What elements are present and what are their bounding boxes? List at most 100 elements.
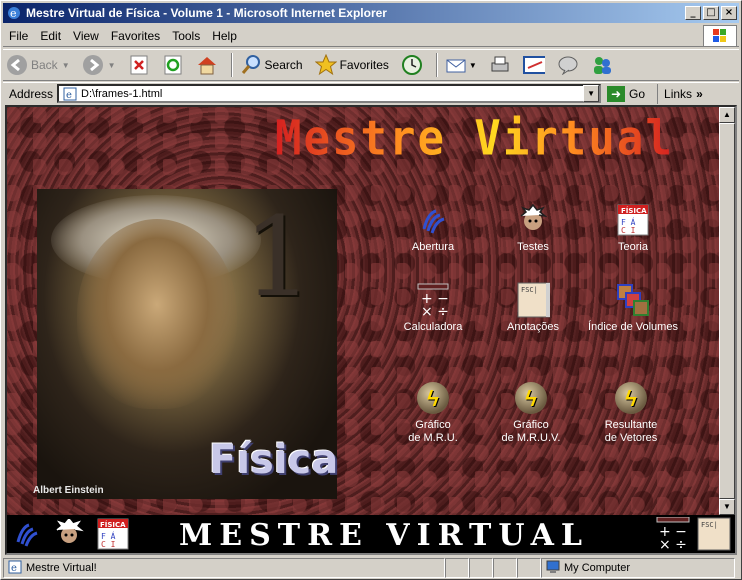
menu-item-indice-volumes[interactable]: Índice de Volumes	[583, 283, 683, 334]
menu-item-grafico-mruv[interactable]: ϟ Gráfico de M.R.U.V.	[481, 381, 581, 445]
page-icon: e	[63, 87, 77, 101]
vertical-scrollbar[interactable]: ▲ ▼	[719, 107, 735, 515]
favorites-label: Favorites	[339, 58, 389, 72]
address-dropdown-button[interactable]: ▼	[583, 85, 600, 102]
status-panel	[445, 558, 469, 578]
address-value: D:\frames-1.html	[81, 87, 163, 100]
svg-text:× ÷: × ÷	[421, 304, 449, 317]
standard-toolbar: Back ▼ ▼ Search Favorites ▼	[3, 49, 739, 81]
minimize-button[interactable]: _	[685, 6, 701, 20]
menu-item-label: Testes	[517, 241, 549, 253]
go-button[interactable]: ➜ Go	[607, 85, 646, 102]
edit-button[interactable]	[520, 51, 548, 79]
lightning-icon: ϟ	[614, 381, 648, 415]
photo-caption: Albert Einstein	[33, 485, 104, 496]
notes-icon: FSC|	[516, 282, 550, 318]
cover-face	[77, 219, 237, 409]
menu-file[interactable]: File	[3, 29, 34, 43]
home-button[interactable]	[193, 51, 221, 79]
toolbar-separator	[435, 53, 438, 77]
svg-text:e: e	[66, 90, 72, 101]
menu-item-calculadora[interactable]: + − × ÷ Calculadora	[383, 283, 483, 334]
menu-item-label: Teoria	[618, 241, 648, 253]
chevron-down-icon[interactable]: ▼	[62, 61, 70, 70]
menu-item-label-line1: Gráfico	[513, 419, 549, 431]
address-input[interactable]: e D:\frames-1.html ▼	[57, 84, 602, 103]
scroll-up-button[interactable]: ▲	[719, 107, 735, 123]
maximize-button[interactable]: □	[703, 6, 719, 20]
chevron-down-icon[interactable]: ▼	[108, 61, 116, 70]
page-viewport: Mestre Virtual 1 Física Albert Einstein …	[5, 105, 737, 555]
menu-item-label: Calculadora	[403, 321, 463, 333]
cover-title: Física	[209, 437, 339, 483]
window-title: Mestre Virtual de Física - Volume 1 - Mi…	[26, 6, 387, 20]
lightning-icon: ϟ	[514, 381, 548, 415]
menu-item-label-line2: de M.R.U.V.	[501, 432, 561, 444]
calculator-icon[interactable]: + − × ÷	[655, 517, 691, 551]
menu-item-grafico-mru[interactable]: ϟ Gráfico de M.R.U.	[383, 381, 483, 445]
lightning-icon: ϟ	[416, 381, 450, 415]
history-icon	[401, 54, 423, 76]
volumes-index-icon	[616, 283, 650, 317]
fisica-book-icon[interactable]: FÍSICA F ÁC I	[97, 518, 129, 550]
back-button[interactable]: Back ▼	[3, 51, 73, 79]
stop-button[interactable]	[125, 51, 153, 79]
home-icon	[196, 54, 218, 76]
favorites-button[interactable]: Favorites	[312, 51, 392, 79]
computer-icon	[546, 560, 560, 577]
forward-button[interactable]: ▼	[79, 51, 119, 79]
page-content: Mestre Virtual 1 Física Albert Einstein …	[7, 107, 721, 515]
star-icon	[314, 54, 337, 76]
stop-icon	[128, 54, 150, 76]
abertura-icon	[416, 203, 450, 237]
menu-tools[interactable]: Tools	[166, 29, 206, 43]
close-button[interactable]: ×	[721, 6, 737, 20]
einstein-cover-image: 1 Física	[37, 189, 339, 499]
mestre-virtual-logo: Mestre Virtual	[275, 110, 674, 167]
menu-view[interactable]: View	[67, 29, 105, 43]
history-button[interactable]	[398, 51, 426, 79]
bottom-frame: FÍSICA F ÁC I MESTRE VIRTUAL + − × ÷ FSC|	[7, 515, 735, 553]
links-button[interactable]: Links	[657, 83, 692, 104]
title-bar: e Mestre Virtual de Física - Volume 1 - …	[3, 3, 739, 23]
back-arrow-icon	[6, 54, 28, 76]
discuss-button[interactable]	[554, 51, 582, 79]
menu-item-teoria[interactable]: FÍSICA F ÁC I Teoria	[583, 203, 683, 254]
scroll-thumb[interactable]	[719, 123, 735, 499]
messenger-icon	[591, 54, 613, 76]
svg-text:C I: C I	[621, 226, 636, 235]
chevron-right-icon[interactable]: »	[696, 87, 703, 101]
menu-help[interactable]: Help	[206, 29, 243, 43]
chevron-down-icon[interactable]: ▼	[469, 61, 477, 70]
ie-logo-icon: e	[8, 7, 20, 20]
scroll-down-button[interactable]: ▼	[719, 499, 735, 515]
refresh-button[interactable]	[159, 51, 187, 79]
menu-item-abertura[interactable]: Abertura	[383, 203, 483, 254]
forward-arrow-icon	[82, 54, 104, 76]
back-label: Back	[31, 58, 58, 72]
refresh-icon	[162, 54, 184, 76]
einstein-face-icon[interactable]	[53, 518, 85, 550]
go-label: Go	[629, 86, 646, 101]
menu-edit[interactable]: Edit	[34, 29, 67, 43]
einstein-face-icon	[516, 203, 550, 237]
print-button[interactable]	[486, 51, 514, 79]
menu-item-label: Abertura	[411, 241, 455, 253]
windows-logo-icon	[703, 25, 737, 47]
menu-item-label-line1: Gráfico	[415, 419, 451, 431]
mail-button[interactable]: ▼	[442, 51, 480, 79]
menu-favorites[interactable]: Favorites	[105, 29, 166, 43]
menu-item-resultante-vetores[interactable]: ϟ Resultante de Vetores	[581, 381, 681, 445]
status-text: Mestre Virtual!	[26, 562, 97, 574]
mail-icon	[445, 54, 467, 76]
menu-item-anotacoes[interactable]: FSC| Anotações	[483, 282, 583, 334]
notes-icon[interactable]: FSC|	[697, 517, 731, 551]
status-text-panel: e Mestre Virtual!	[3, 558, 445, 578]
zone-panel: My Computer	[541, 558, 735, 578]
search-button[interactable]: Search	[237, 51, 306, 79]
menu-item-testes[interactable]: Testes	[483, 203, 583, 254]
messenger-button[interactable]	[588, 51, 616, 79]
abertura-icon[interactable]	[11, 518, 43, 550]
menu-bar: File Edit View Favorites Tools Help	[3, 25, 739, 47]
status-panel	[517, 558, 541, 578]
